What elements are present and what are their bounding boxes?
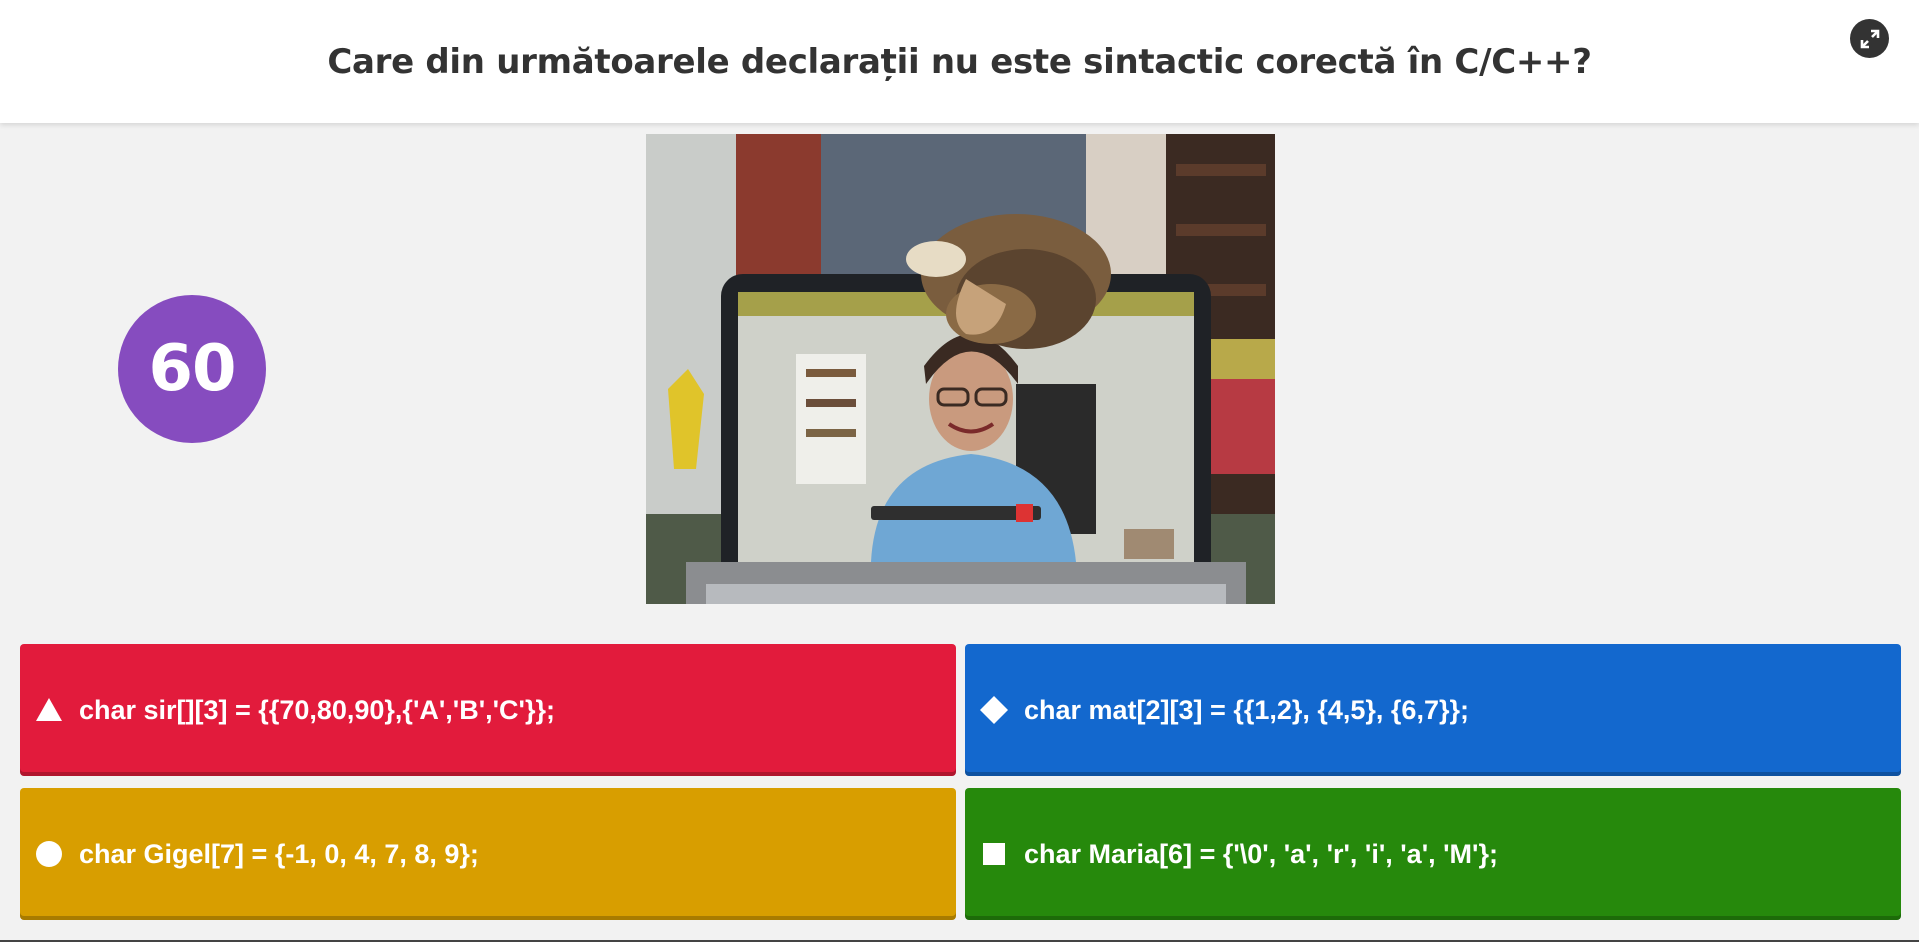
answer-option-circle[interactable]: char Gigel[7] = {-1, 0, 4, 7, 8, 9}; <box>20 788 956 920</box>
answer-grid: char sir[][3] = {{70,80,90},{'A','B','C'… <box>20 644 1901 922</box>
answer-text: char Gigel[7] = {-1, 0, 4, 7, 8, 9}; <box>79 838 479 869</box>
question-image-illustration <box>646 134 1275 604</box>
answer-option-triangle[interactable]: char sir[][3] = {{70,80,90},{'A','B','C'… <box>20 644 956 776</box>
diamond-icon <box>980 696 1008 724</box>
answer-text: char Maria[6] = {'\0', 'a', 'r', 'i', 'a… <box>1024 838 1498 869</box>
triangle-icon <box>36 698 62 721</box>
question-title: Care din următoarele declarații nu este … <box>327 41 1592 82</box>
circle-icon <box>36 841 62 867</box>
question-header: Care din următoarele declarații nu este … <box>0 0 1919 123</box>
countdown-timer: 60 <box>118 295 266 443</box>
square-icon <box>983 843 1005 865</box>
question-image <box>646 134 1275 604</box>
answer-text: char sir[][3] = {{70,80,90},{'A','B','C'… <box>79 694 555 725</box>
answer-option-diamond[interactable]: char mat[2][3] = {{1,2}, {4,5}, {6,7}}; <box>965 644 1901 776</box>
answer-text: char mat[2][3] = {{1,2}, {4,5}, {6,7}}; <box>1024 694 1469 725</box>
fullscreen-button[interactable] <box>1850 19 1889 58</box>
expand-icon <box>1860 29 1879 48</box>
answer-option-square[interactable]: char Maria[6] = {'\0', 'a', 'r', 'i', 'a… <box>965 788 1901 920</box>
